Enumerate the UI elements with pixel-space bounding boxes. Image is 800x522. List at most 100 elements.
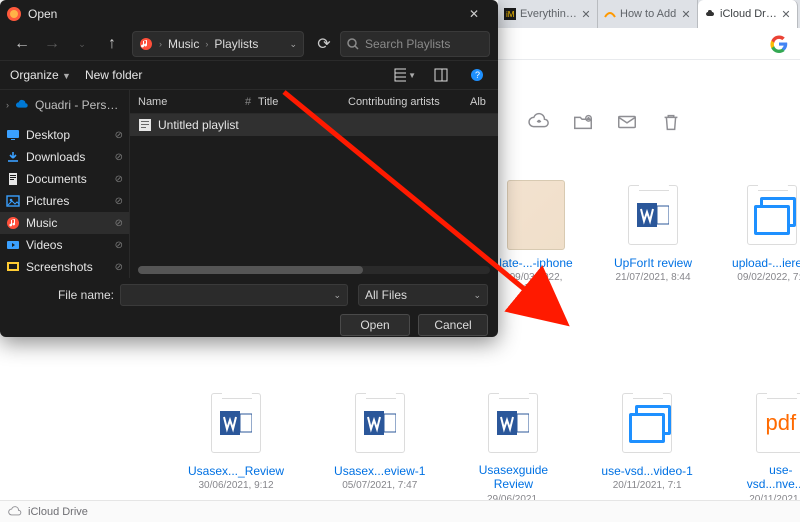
tree-label: Documents — [26, 172, 87, 186]
filename-label: File name: — [10, 288, 114, 302]
file-item[interactable]: late-...-iphone 09/03/2022, 13:24 — [498, 180, 574, 294]
file-item[interactable]: UpForIt review 21/07/2021, 8:44 — [614, 180, 692, 294]
open-file-dialog: Open ✕ ← → ⌄ ↑ › Music › Playlists ⌄ ⟳ S… — [0, 0, 498, 337]
tree-item-desktop[interactable]: Desktop⊘ — [0, 124, 129, 146]
file-name: Untitled playlist — [158, 118, 239, 132]
file-list-body[interactable]: Untitled playlist — [130, 114, 498, 278]
new-folder-button[interactable]: New folder — [85, 68, 142, 82]
stack-icon — [622, 393, 672, 453]
tab-label: Everything you — [520, 8, 577, 20]
chevron-down-icon: ▼ — [62, 71, 71, 81]
file-name: Usasex...eview-1 — [334, 464, 425, 478]
music-folder-icon — [139, 37, 153, 51]
col-artist[interactable]: Contributing artists — [348, 96, 470, 108]
dialog-body: › Quadri - Persona Desktop⊘ Downloads ⊘ Doc… — [0, 90, 498, 278]
col-hash[interactable]: # — [238, 96, 258, 108]
favicon-icon: iM — [504, 8, 516, 20]
file-item[interactable]: pdf use-vsd...nve... 2 20/11/2021, 7: — [743, 388, 800, 516]
image-thumb-icon — [507, 180, 565, 250]
file-date: 09/02/2022, 7:5 — [737, 272, 800, 283]
refresh-icon[interactable]: ⟳ — [310, 30, 338, 58]
tab-close-icon[interactable]: ✕ — [781, 8, 791, 21]
col-album[interactable]: Alb — [470, 96, 498, 108]
col-title[interactable]: Title — [258, 96, 348, 108]
organize-button[interactable]: Organize ▼ — [10, 68, 71, 82]
filetype-filter[interactable]: All Files⌄ — [358, 284, 488, 306]
nav-back-icon[interactable]: ← — [8, 30, 36, 58]
horizontal-scrollbar[interactable] — [138, 266, 490, 274]
browser-tab[interactable]: How to Add ✕ — [598, 0, 698, 28]
help-icon[interactable]: ? — [466, 64, 488, 86]
stack-icon — [747, 185, 797, 245]
tree-item-videos[interactable]: Videos⊘ — [0, 234, 129, 256]
browser-tab[interactable]: iM Everything you ✕ — [498, 0, 598, 28]
tree-item-music[interactable]: Music⊘ — [0, 212, 129, 234]
file-item[interactable]: Usasex...eview-1 05/07/2021, 7:47 — [334, 388, 425, 516]
cloud-icon — [8, 505, 22, 519]
tree-label: Pictures — [26, 194, 69, 208]
file-item[interactable]: use-vsd...video-1 20/11/2021, 7:1 — [601, 388, 692, 516]
open-button[interactable]: Open — [340, 314, 410, 336]
nav-up-icon[interactable]: ↑ — [98, 30, 126, 58]
search-input[interactable]: Search Playlists — [340, 31, 490, 57]
breadcrumb[interactable]: › Music › Playlists ⌄ — [132, 31, 304, 57]
browser-toolbar — [498, 28, 800, 60]
column-headers: Name # Title Contributing artists Alb — [130, 90, 498, 114]
tab-close-icon[interactable]: ✕ — [681, 8, 691, 21]
browser-tab-active[interactable]: iCloud Drive ✕ — [698, 0, 798, 28]
pin-icon: ⊘ — [115, 262, 123, 273]
cancel-button[interactable]: Cancel — [418, 314, 488, 336]
tree-item-screenshots[interactable]: Screenshots⊘ — [0, 256, 129, 278]
file-row[interactable]: Untitled playlist — [130, 114, 498, 136]
file-item[interactable]: Usasexguide Review 29/06/2021, 10:47 — [475, 388, 551, 516]
google-g-icon[interactable] — [770, 35, 788, 53]
chevron-down-icon[interactable]: ⌄ — [289, 39, 297, 50]
tree-item-pictures[interactable]: Pictures⊘ — [0, 190, 129, 212]
chevron-down-icon: ⌄ — [473, 290, 481, 301]
favicon-icon — [704, 8, 716, 20]
tree-label: Downloads — [26, 150, 85, 164]
pin-icon: ⊘ — [115, 130, 123, 141]
chevron-right-icon: › — [159, 39, 162, 49]
upload-icon[interactable] — [528, 111, 550, 133]
pin-icon: ⊘ — [115, 152, 123, 163]
doc-icon — [6, 172, 20, 186]
tree-item-documents[interactable]: Documents⊘ — [0, 168, 129, 190]
onedrive-icon — [15, 98, 29, 112]
word-doc-icon — [628, 185, 678, 245]
close-icon[interactable]: ✕ — [456, 0, 492, 28]
download-icon — [6, 150, 20, 164]
word-doc-icon — [488, 393, 538, 453]
file-item[interactable]: Usasex..._Review 30/06/2021, 9:12 — [188, 388, 284, 516]
trash-icon[interactable] — [660, 111, 682, 133]
pdf-doc-icon: pdf — [756, 393, 800, 453]
col-name[interactable]: Name — [138, 96, 238, 108]
mail-icon[interactable] — [616, 111, 638, 133]
file-item[interactable]: upload-...iere... 09/02/2022, 7:5 — [732, 180, 800, 294]
chevron-right-icon: › — [6, 100, 9, 110]
file-name: Usasexguide Review — [475, 464, 551, 492]
tab-close-icon[interactable]: ✕ — [581, 8, 591, 21]
nav-recent-icon[interactable]: ⌄ — [68, 30, 96, 58]
app-icon — [6, 6, 22, 22]
dialog-title: Open — [28, 7, 57, 21]
dialog-nav: ← → ⌄ ↑ › Music › Playlists ⌄ ⟳ Search P… — [0, 28, 498, 60]
status-label: iCloud Drive — [28, 506, 88, 518]
breadcrumb-item[interactable]: Music — [168, 37, 199, 51]
tree-label: Quadri - Persona — [35, 98, 123, 112]
tab-label: How to Add — [620, 8, 677, 20]
preview-pane-icon[interactable] — [430, 64, 452, 86]
nav-forward-icon[interactable]: → — [38, 30, 66, 58]
playlist-file-icon — [138, 118, 152, 132]
new-folder-icon[interactable] — [572, 111, 594, 133]
tab-label: iCloud Drive — [720, 8, 777, 20]
breadcrumb-item[interactable]: Playlists — [214, 37, 258, 51]
search-icon — [347, 38, 359, 50]
tree-account[interactable]: › Quadri - Persona — [0, 94, 129, 116]
word-doc-icon — [211, 393, 261, 453]
filename-input[interactable]: ⌄ — [120, 284, 348, 306]
file-name: UpForIt review — [614, 256, 692, 270]
view-mode-icon[interactable]: ▼ — [394, 64, 416, 86]
tree-item-downloads[interactable]: Downloads ⊘ — [0, 146, 129, 168]
file-date: 21/07/2021, 8:44 — [615, 272, 690, 283]
